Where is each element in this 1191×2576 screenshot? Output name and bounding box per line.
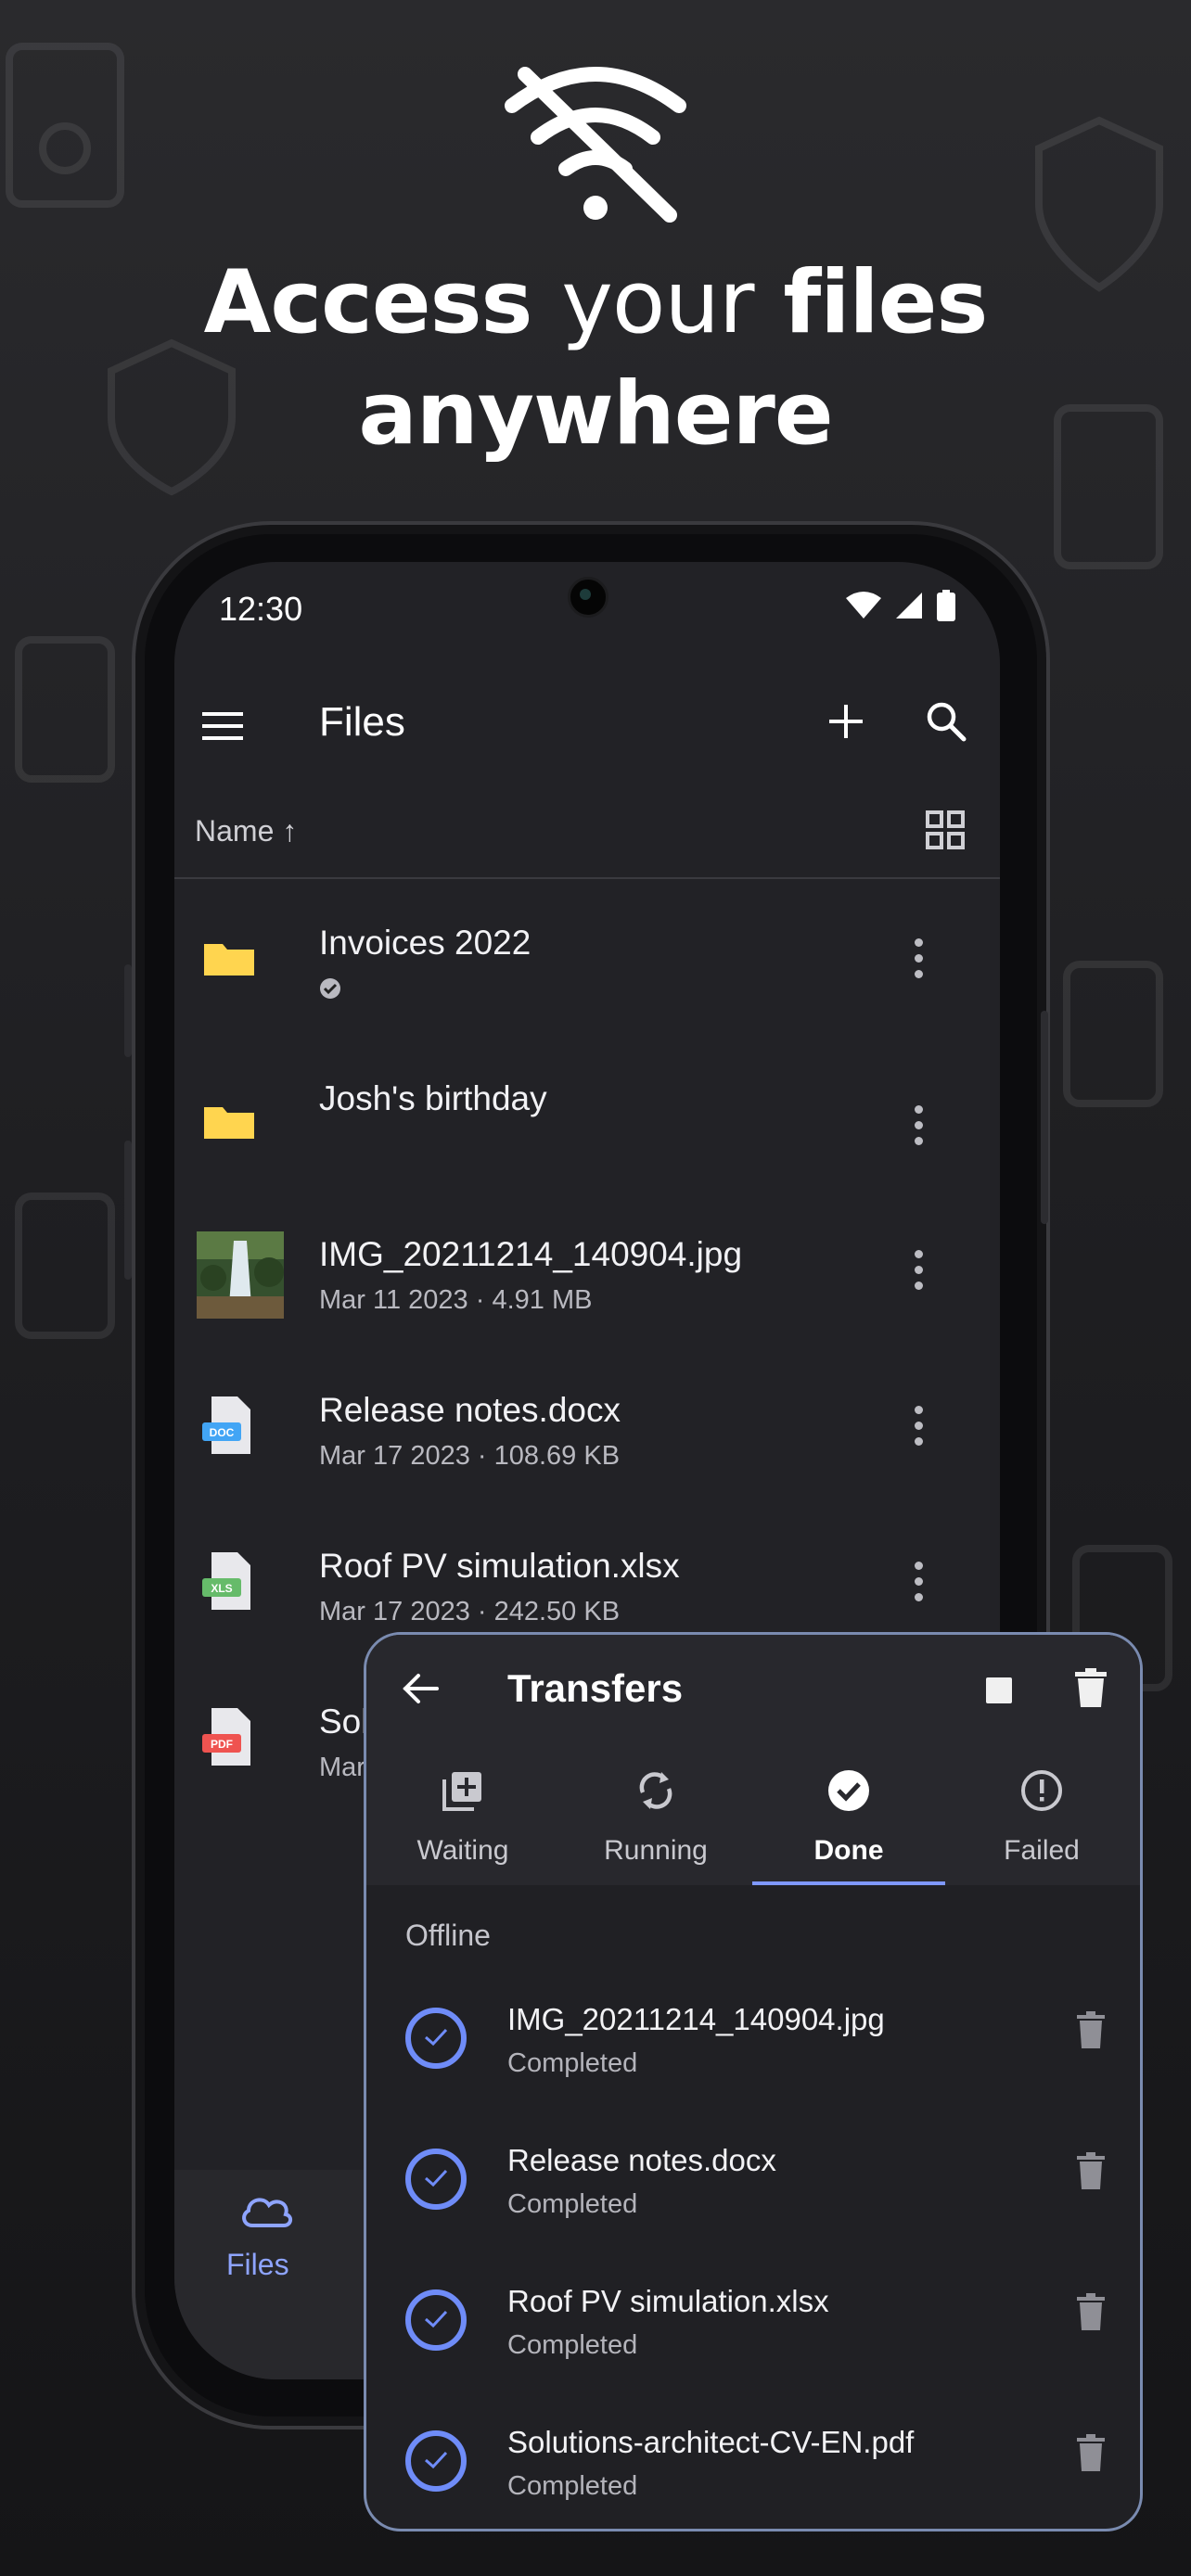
- file-meta: Mar: [319, 1753, 365, 1782]
- file-meta: Mar 17 2023 · 242.50 KB: [319, 1597, 621, 1626]
- xls-file-icon: XLS: [202, 1552, 250, 1610]
- phone-side-button: [1041, 1011, 1048, 1224]
- completed-check-icon: [405, 2289, 467, 2351]
- status-time: 12:30: [219, 590, 303, 628]
- headline-line-1: Access your files: [203, 252, 989, 353]
- svg-text:PDF: PDF: [211, 1738, 233, 1751]
- file-name: Sol: [319, 1702, 369, 1741]
- file-name: Invoices 2022: [319, 924, 531, 962]
- transfer-item[interactable]: IMG_20211214_140904.jpg Completed: [366, 1978, 1140, 2119]
- nav-files-label: Files: [226, 2248, 289, 2281]
- folder-icon: [204, 944, 254, 976]
- transfer-item[interactable]: Roof PV simulation.xlsx Completed: [366, 2260, 1140, 2401]
- status-icons: [846, 590, 955, 621]
- file-name: IMG_20211214_140904.jpg: [319, 1235, 743, 1273]
- file-row-release-notes[interactable]: DOC Release notes.docx Mar 17 2023 · 108…: [174, 1350, 1000, 1506]
- folder-icon: [204, 1107, 254, 1139]
- transfers-panel: Transfers Waiting Running Done Failed Of…: [364, 1632, 1143, 2531]
- transfers-title: Transfers: [507, 1666, 684, 1710]
- tab-running[interactable]: Running: [559, 1759, 752, 1885]
- file-name: Release notes.docx: [319, 1391, 621, 1429]
- tab-done[interactable]: Done: [752, 1759, 945, 1885]
- cellular-signal-icon: [896, 593, 922, 618]
- delete-all-icon[interactable]: [1075, 1668, 1107, 1707]
- headline-line-2: anywhere: [358, 363, 833, 465]
- front-camera: [568, 577, 608, 618]
- sort-by-name-button[interactable]: Name ↑: [195, 814, 297, 848]
- image-thumbnail: [197, 1231, 284, 1319]
- more-options-icon[interactable]: [907, 1105, 929, 1152]
- completed-check-icon: [405, 2149, 467, 2210]
- add-icon[interactable]: [826, 701, 866, 742]
- delete-icon[interactable]: [1077, 2011, 1105, 2048]
- sync-icon: [639, 1772, 672, 1809]
- transfer-name: Solutions-architect-CV-EN.pdf: [507, 2425, 915, 2459]
- transfer-status: Completed: [507, 2330, 638, 2360]
- more-options-icon[interactable]: [907, 938, 929, 985]
- transfer-item[interactable]: Release notes.docx Completed: [366, 2119, 1140, 2260]
- phone-side-button: [124, 964, 132, 1057]
- svg-text:XLS: XLS: [211, 1582, 232, 1595]
- wifi-off-icon: [505, 67, 686, 223]
- back-arrow-icon[interactable]: [402, 1672, 439, 1705]
- delete-icon[interactable]: [1077, 2152, 1105, 2189]
- file-meta: Mar 17 2023 · 108.69 KB: [319, 1441, 621, 1471]
- transfer-item[interactable]: Solutions-architect-CV-EN.pdf Completed: [366, 2401, 1140, 2529]
- doc-file-icon: DOC: [202, 1396, 250, 1454]
- list-divider: [174, 877, 1000, 879]
- more-options-icon[interactable]: [907, 1406, 929, 1452]
- page-title: Files: [319, 699, 405, 745]
- more-options-icon[interactable]: [907, 1250, 929, 1296]
- transfer-name: Release notes.docx: [507, 2143, 776, 2177]
- error-icon: [1021, 1770, 1062, 1811]
- transfer-status: Completed: [507, 2471, 638, 2501]
- cloud-icon: [242, 2198, 292, 2227]
- check-circle-icon: [828, 1770, 869, 1811]
- synced-check-icon: [320, 978, 340, 999]
- sort-arrow-icon: ↑: [282, 814, 298, 848]
- delete-icon[interactable]: [1077, 2293, 1105, 2330]
- phone-side-button: [124, 1141, 132, 1280]
- queue-add-icon: [442, 1772, 481, 1811]
- completed-check-icon: [405, 2430, 467, 2492]
- transfer-name: IMG_20211214_140904.jpg: [507, 2002, 885, 2036]
- transfers-header: Transfers Waiting Running Done Failed: [366, 1635, 1140, 1885]
- bg-pattern-icon: [15, 1192, 115, 1339]
- bg-pattern-icon: [6, 43, 124, 208]
- transfer-status: Completed: [507, 2048, 638, 2078]
- svg-text:DOC: DOC: [210, 1426, 235, 1439]
- section-label-offline: Offline: [405, 1919, 491, 1952]
- battery-icon: [937, 590, 955, 621]
- file-name: Josh's birthday: [319, 1079, 547, 1117]
- more-options-icon[interactable]: [907, 1562, 929, 1608]
- transfer-name: Roof PV simulation.xlsx: [507, 2284, 829, 2318]
- pdf-file-icon: PDF: [202, 1708, 250, 1766]
- search-icon[interactable]: [926, 701, 967, 742]
- stop-icon[interactable]: [986, 1677, 1012, 1703]
- file-name: Roof PV simulation.xlsx: [319, 1547, 680, 1585]
- menu-icon[interactable]: [202, 710, 243, 742]
- grid-view-icon[interactable]: [926, 810, 965, 849]
- bg-pattern-icon: [1063, 961, 1163, 1107]
- transfer-status: Completed: [507, 2189, 638, 2219]
- bg-pattern-icon: [15, 636, 115, 783]
- tab-waiting[interactable]: Waiting: [366, 1759, 559, 1885]
- delete-icon[interactable]: [1077, 2434, 1105, 2471]
- file-meta: Mar 11 2023 · 4.91 MB: [319, 1285, 593, 1315]
- file-row-joshs-birthday[interactable]: Josh's birthday: [174, 1039, 1000, 1194]
- tab-failed[interactable]: Failed: [945, 1759, 1138, 1885]
- wifi-icon: [846, 592, 881, 618]
- active-tab-indicator: [752, 1881, 945, 1885]
- file-row-invoices-2022[interactable]: Invoices 2022: [174, 883, 1000, 1039]
- completed-check-icon: [405, 2008, 467, 2069]
- file-row-img-jpg[interactable]: IMG_20211214_140904.jpg Mar 11 2023 · 4.…: [174, 1194, 1000, 1350]
